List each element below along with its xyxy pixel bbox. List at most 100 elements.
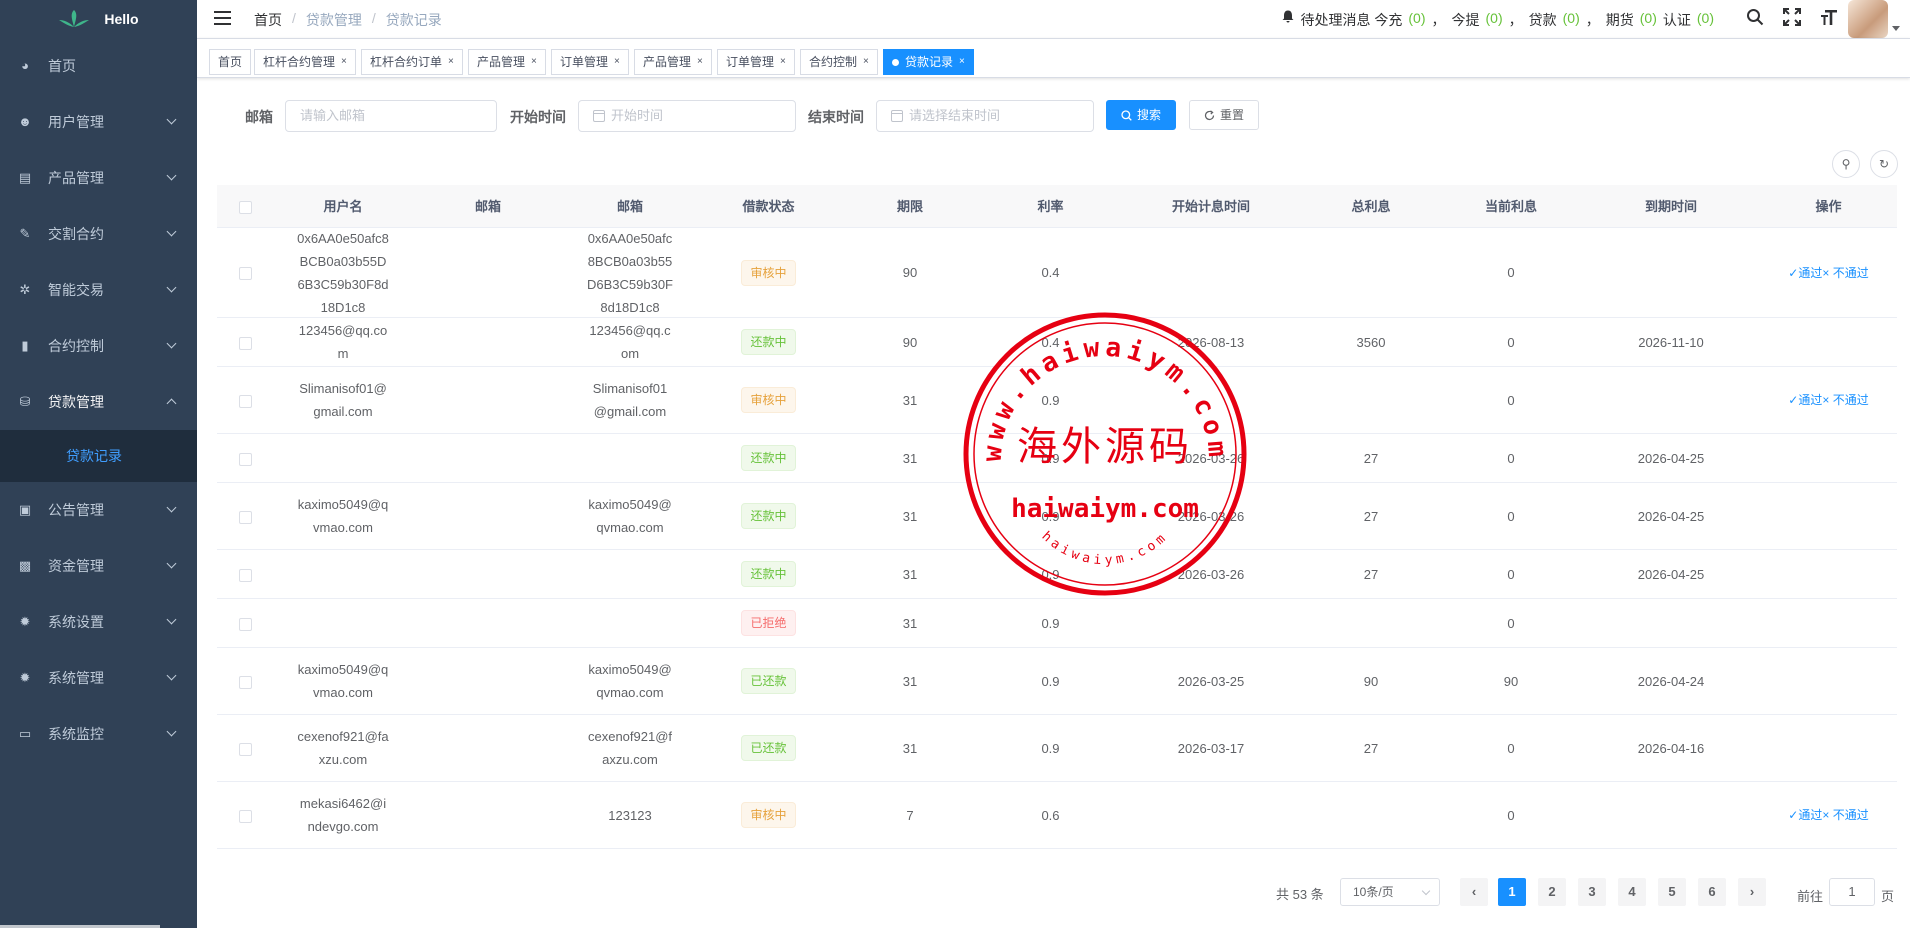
sidebar-item[interactable]: ✎ 交割合约 <box>0 206 197 262</box>
page-5-button[interactable]: 5 <box>1658 878 1686 906</box>
tab-7[interactable]: 合约控制 × <box>800 49 878 75</box>
avatar[interactable] <box>1848 0 1888 38</box>
row-checkbox[interactable] <box>238 568 252 582</box>
reject-button[interactable]: × 不通过 <box>1822 808 1868 822</box>
page-2-button[interactable]: 2 <box>1538 878 1566 906</box>
next-page-button[interactable]: › <box>1738 878 1766 906</box>
approve-button[interactable]: ✓通过 <box>1788 266 1822 280</box>
sidebar-item[interactable]: ✲ 智能交易 <box>0 262 197 318</box>
sidebar-item[interactable]: ▩ 资金管理 <box>0 538 197 594</box>
cell-username: 123456@qq.com <box>273 319 413 365</box>
close-icon[interactable]: × <box>959 50 965 74</box>
font-size-icon[interactable] <box>1818 8 1840 30</box>
row-checkbox[interactable] <box>238 394 252 408</box>
cell-username: kaximo5049@qvmao.com <box>273 658 413 704</box>
table-row: 0x6AA0e50afc8BCB0a03b55D6B3C59b30F8d18D1… <box>217 228 1897 318</box>
status-badge: 已还款 <box>741 735 796 761</box>
sidebar-item[interactable]: ▤ 产品管理 <box>0 150 197 206</box>
page-6-button[interactable]: 6 <box>1698 878 1726 906</box>
column-header[interactable] <box>217 195 273 218</box>
sidebar-item[interactable]: ▣ 公告管理 <box>0 482 197 538</box>
end-time-input[interactable]: 请选择结束时间 <box>876 100 1094 132</box>
sidebar-item[interactable]: ⛁ 贷款管理 <box>0 374 197 430</box>
table-row: cexenof921@faxzu.com cexenof921@faxzu.com… <box>217 715 1897 782</box>
cell-status: 已还款 <box>697 668 840 694</box>
cell-text: 31 <box>902 615 918 631</box>
fullscreen-icon[interactable] <box>1781 8 1803 30</box>
hamburger-icon[interactable] <box>214 11 231 25</box>
tab-4[interactable]: 订单管理 × <box>551 49 629 75</box>
cell-operations: ✓通过× 不通过 <box>1761 261 1896 285</box>
close-icon[interactable]: × <box>863 50 869 74</box>
cell-text: 27 <box>1363 566 1379 582</box>
email-input[interactable]: 请输入邮箱 <box>285 100 497 132</box>
cell-text: 0.9 <box>1041 615 1060 631</box>
reject-button[interactable]: × 不通过 <box>1822 393 1868 407</box>
page-3-button[interactable]: 3 <box>1578 878 1606 906</box>
row-checkbox[interactable] <box>238 510 252 524</box>
tab-8[interactable]: 贷款记录 × <box>883 49 974 75</box>
cell-text: 0.4 <box>1041 265 1060 280</box>
sidebar-item[interactable]: ☻ 用户管理 <box>0 94 197 150</box>
edit-icon: ✎ <box>19 226 31 241</box>
tab-3[interactable]: 产品管理 × <box>468 49 546 75</box>
end-time-placeholder: 请选择结束时间 <box>909 108 1001 123</box>
tab-0[interactable]: 首页 <box>209 49 252 75</box>
close-icon[interactable]: × <box>341 50 347 74</box>
row-checkbox[interactable] <box>238 452 252 466</box>
close-icon[interactable]: × <box>697 50 703 74</box>
approve-button[interactable]: ✓通过 <box>1788 808 1822 822</box>
cell-text: 0x6AA0e50afc8BCB0a03b55D6B3C59b30F8d18D1… <box>297 230 389 315</box>
page-1-button[interactable]: 1 <box>1498 878 1526 906</box>
page-4-button[interactable]: 4 <box>1618 878 1646 906</box>
row-checkbox[interactable] <box>238 336 252 350</box>
pending-notice[interactable]: 待处理消息 今充 (0) ， 今提 (0) ， 贷款 (0) ， 期货 (0) … <box>1282 10 1714 30</box>
search-icon[interactable] <box>1744 8 1766 30</box>
sidebar-subitem-loan-records[interactable]: 贷款记录 <box>0 430 197 482</box>
approve-button[interactable]: ✓通过 <box>1788 393 1822 407</box>
start-time-input[interactable]: 开始时间 <box>578 100 796 132</box>
row-checkbox[interactable] <box>238 675 252 689</box>
toggle-search-icon[interactable]: ⚲ <box>1832 150 1860 178</box>
reset-button[interactable]: 重置 <box>1189 100 1260 130</box>
close-icon[interactable]: × <box>780 50 786 74</box>
caret-down-icon[interactable] <box>1892 26 1900 31</box>
page-size-select[interactable]: 10条/页 <box>1340 878 1440 906</box>
close-icon[interactable]: × <box>531 50 537 74</box>
reset-button-label: 重置 <box>1220 108 1245 122</box>
goto-page-input[interactable]: 1 <box>1829 878 1876 906</box>
prev-page-button[interactable]: ‹ <box>1460 878 1488 906</box>
sidebar-item[interactable]: ▮ 合约控制 <box>0 318 197 374</box>
row-checkbox[interactable] <box>238 617 252 631</box>
sidebar-item[interactable]: ◕ 首页 <box>0 38 197 94</box>
sidebar-item[interactable]: ▭ 系统监控 <box>0 706 197 762</box>
goto-page-value: 1 <box>1848 884 1856 899</box>
tab-label: 合约控制 <box>809 55 858 69</box>
row-checkbox[interactable] <box>238 809 252 823</box>
sidebar-item[interactable]: ✹ 系统设置 <box>0 594 197 650</box>
reject-button[interactable]: × 不通过 <box>1822 266 1868 280</box>
close-icon[interactable]: × <box>614 50 620 74</box>
tab-6[interactable]: 订单管理 × <box>717 49 795 75</box>
sidebar-item-label: 交割合约 <box>48 226 104 242</box>
row-select-cell <box>217 447 273 470</box>
row-checkbox[interactable] <box>238 742 252 756</box>
sidebar-item[interactable]: ✹ 系统管理 <box>0 650 197 706</box>
row-checkbox[interactable] <box>238 267 252 281</box>
cell-username: cexenof921@faxzu.com <box>273 725 413 771</box>
logo[interactable]: Hello <box>0 0 197 38</box>
status-badge: 已拒绝 <box>741 610 796 636</box>
tab-1[interactable]: 杠杆合约管理 × <box>254 49 356 75</box>
tab-5[interactable]: 产品管理 × <box>634 49 712 75</box>
cell-email2: cexenof921@faxzu.com <box>563 725 697 771</box>
cell-text: 0 <box>1507 508 1515 524</box>
notice-prefix: 待处理消息 今充 <box>1300 12 1403 28</box>
breadcrumb-home[interactable]: 首页 <box>254 10 282 30</box>
search-button[interactable]: 搜索 <box>1106 100 1177 130</box>
tab-2[interactable]: 杠杆合约订单 × <box>361 49 463 75</box>
select-all-checkbox[interactable] <box>238 200 252 214</box>
close-icon[interactable]: × <box>448 50 454 74</box>
auth-label: 认证 <box>1662 12 1691 28</box>
cell-text: 0.6 <box>1041 807 1060 823</box>
refresh-icon[interactable]: ↻ <box>1870 150 1898 178</box>
